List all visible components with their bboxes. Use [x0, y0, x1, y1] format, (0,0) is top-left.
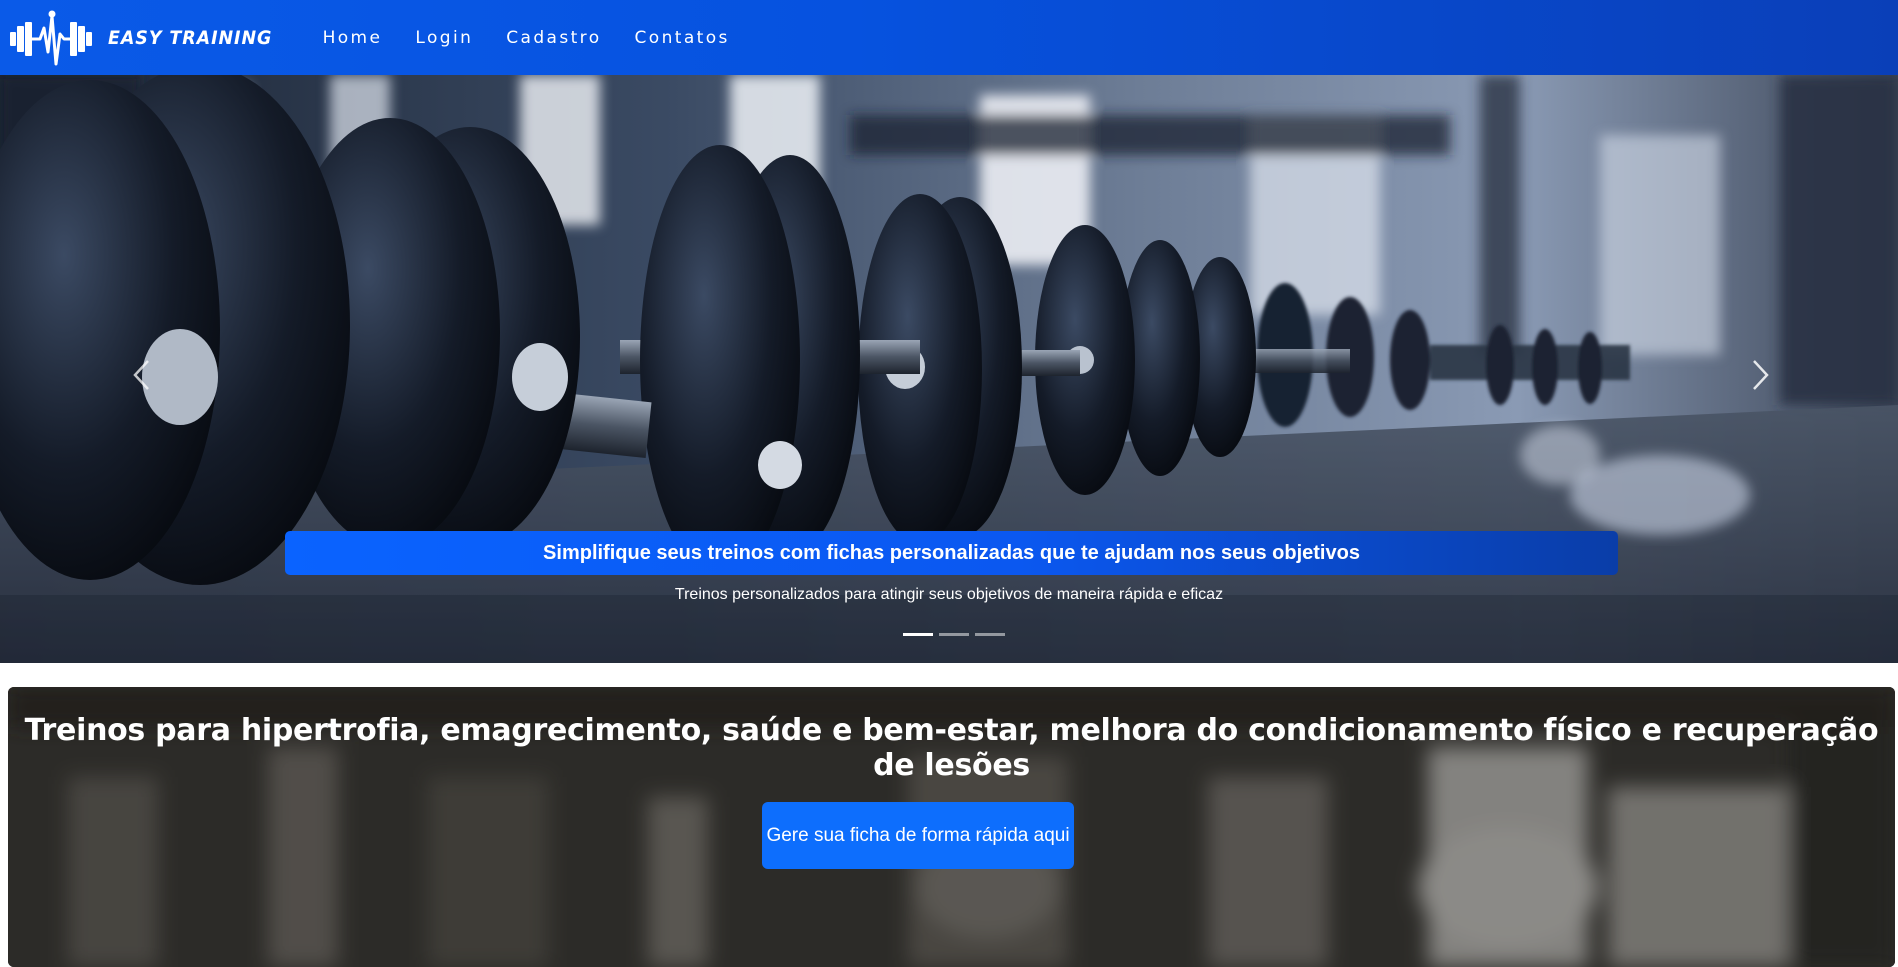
carousel-indicators: [900, 633, 1008, 636]
nav-link-contatos[interactable]: Contatos: [635, 28, 730, 48]
nav-links: Home Login Cadastro Contatos: [307, 28, 747, 48]
carousel-prev-button[interactable]: [112, 345, 172, 405]
brand[interactable]: EASY TRAINING: [8, 0, 287, 75]
carousel-indicator-2[interactable]: [939, 633, 969, 636]
nav-link-login[interactable]: Login: [415, 28, 473, 48]
carousel-next-button[interactable]: [1730, 345, 1790, 405]
carousel-caption-title: Simplifique seus treinos com fichas pers…: [543, 541, 1360, 564]
hero-carousel: Simplifique seus treinos com fichas pers…: [0, 75, 1898, 663]
top-navbar: EASY TRAINING Home Login Cadastro Contat…: [0, 0, 1898, 75]
carousel-caption-box: Simplifique seus treinos com fichas pers…: [285, 531, 1618, 575]
carousel-indicator-1[interactable]: [903, 633, 933, 636]
generate-sheet-button[interactable]: Gere sua ficha de forma rápida aqui: [762, 802, 1074, 869]
feature-title: Treinos para hipertrofia, emagrecimento,…: [24, 713, 1879, 783]
nav-link-home[interactable]: Home: [323, 28, 383, 48]
chevron-right-icon: [1753, 360, 1769, 390]
feature-section: Treinos para hipertrofia, emagrecimento,…: [8, 687, 1895, 967]
brand-name: EASY TRAINING: [108, 26, 273, 49]
chevron-left-icon: [133, 360, 149, 390]
carousel-caption-subtitle: Treinos personalizados para atingir seus…: [674, 586, 1224, 603]
carousel-indicator-3[interactable]: [975, 633, 1005, 636]
dumbbell-heartbeat-icon: [10, 10, 92, 65]
nav-link-cadastro[interactable]: Cadastro: [506, 28, 601, 48]
